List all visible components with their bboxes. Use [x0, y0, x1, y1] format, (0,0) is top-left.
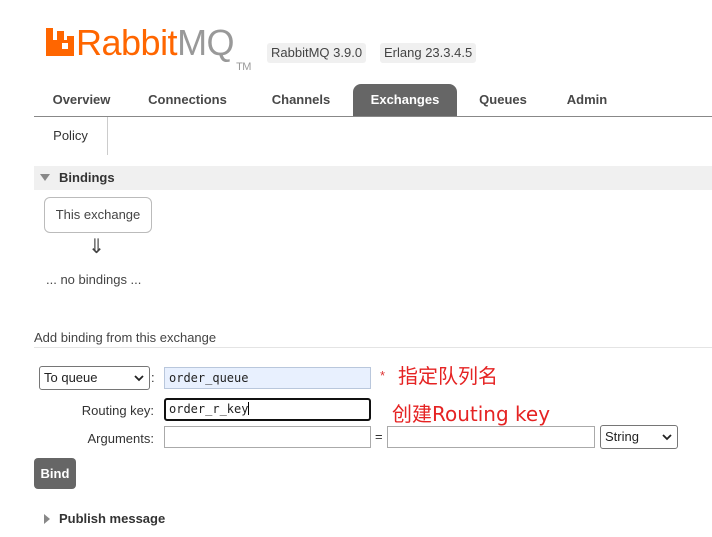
arguments-label: Arguments: [87, 431, 154, 446]
tab-channels[interactable]: Channels [257, 84, 345, 116]
tab-connections[interactable]: Connections [136, 84, 239, 116]
argument-type-select[interactable]: String [600, 425, 678, 449]
chevron-down-icon [662, 434, 672, 441]
annotation-routing-key: 创建Routing key [392, 402, 551, 426]
erlang-version-badge: Erlang 23.3.4.5 [380, 43, 477, 63]
destination-type-value: To queue [44, 370, 98, 385]
rabbitmq-version-badge: RabbitMQ 3.9.0 [267, 43, 367, 63]
argument-key-input[interactable] [164, 426, 371, 448]
subtab-policy[interactable]: Policy [34, 117, 108, 155]
destination-colon: : [151, 370, 155, 385]
arrow-down-icon: ⇓ [88, 236, 105, 258]
bind-button[interactable]: Bind [34, 458, 76, 489]
argument-value-input[interactable] [387, 426, 595, 448]
no-bindings-text: ... no bindings ... [46, 272, 142, 287]
required-mark: * [380, 368, 386, 383]
equals-sign: = [375, 429, 383, 444]
bindings-section-toggle[interactable]: Bindings [34, 166, 712, 190]
publish-message-title: Publish message [59, 511, 166, 526]
annotation-queue-name: 指定队列名 [398, 364, 498, 388]
chevron-down-icon [134, 375, 144, 382]
tab-overview[interactable]: Overview [34, 84, 129, 116]
main-nav: Overview Connections Channels Exchanges … [34, 84, 712, 117]
tab-admin[interactable]: Admin [551, 84, 623, 116]
rabbitmq-wordmark: RabbitMQTM [76, 21, 251, 73]
logo-tm-text: TM [236, 61, 251, 73]
logo-mq-text: MQ [177, 22, 235, 63]
logo-rabbit-text: Rabbit [76, 22, 178, 63]
argument-type-value: String [605, 429, 639, 444]
routing-key-value: order_r_key [169, 402, 249, 416]
rabbitmq-logo-icon [46, 28, 74, 56]
destination-type-select[interactable]: To queue [39, 366, 150, 390]
routing-key-label: Routing key: [81, 403, 154, 418]
destination-queue-input[interactable]: order_queue [164, 367, 371, 389]
expand-triangle-icon [44, 514, 50, 524]
bindings-section-title: Bindings [59, 170, 115, 185]
add-binding-title: Add binding from this exchange [34, 330, 712, 348]
routing-key-input[interactable]: order_r_key [164, 398, 371, 421]
tab-queues[interactable]: Queues [464, 84, 542, 116]
text-caret [248, 402, 250, 415]
collapse-triangle-icon [40, 174, 50, 181]
tab-exchanges[interactable]: Exchanges [353, 84, 457, 116]
this-exchange-box: This exchange [44, 197, 152, 233]
